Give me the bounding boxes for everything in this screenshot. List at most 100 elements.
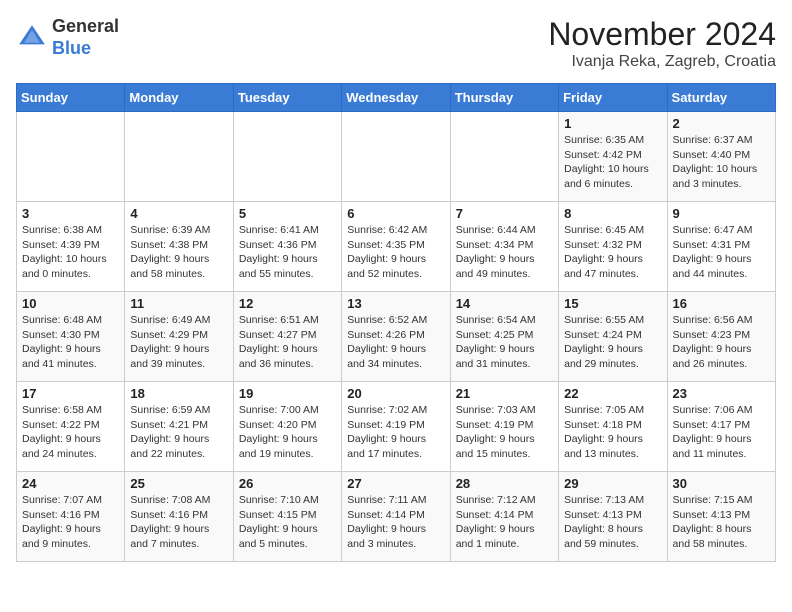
day-cell: 27 Sunrise: 7:11 AMSunset: 4:14 PMDayligh…	[342, 472, 450, 562]
day-number: 24	[22, 476, 119, 491]
day-info: Sunrise: 6:48 AMSunset: 4:30 PMDaylight:…	[22, 313, 119, 372]
day-cell: 25 Sunrise: 7:08 AMSunset: 4:16 PMDayligh…	[125, 472, 233, 562]
header-day-saturday: Saturday	[667, 84, 775, 112]
day-cell: 28Sunrise: 7:12 AMSunset: 4:14 PMDayligh…	[450, 472, 558, 562]
day-cell: 4 Sunrise: 6:39 AMSunset: 4:38 PMDaylight…	[125, 202, 233, 292]
day-number: 8	[564, 206, 661, 221]
logo-text: General Blue	[52, 16, 119, 59]
day-number: 14	[456, 296, 553, 311]
day-cell: 29 Sunrise: 7:13 AMSunset: 4:13 PMDayligh…	[559, 472, 667, 562]
header-row: SundayMondayTuesdayWednesdayThursdayFrid…	[17, 84, 776, 112]
day-info: Sunrise: 6:47 AMSunset: 4:31 PMDaylight:…	[673, 223, 770, 282]
day-info: Sunrise: 6:56 AMSunset: 4:23 PMDaylight:…	[673, 313, 770, 372]
day-cell: 22Sunrise: 7:05 AMSunset: 4:18 PMDayligh…	[559, 382, 667, 472]
day-cell: 15Sunrise: 6:55 AMSunset: 4:24 PMDayligh…	[559, 292, 667, 382]
day-info: Sunrise: 6:42 AMSunset: 4:35 PMDaylight:…	[347, 223, 444, 282]
header-day-thursday: Thursday	[450, 84, 558, 112]
day-number: 30	[673, 476, 770, 491]
day-number: 5	[239, 206, 336, 221]
day-info: Sunrise: 7:06 AMSunset: 4:17 PMDaylight:…	[673, 403, 770, 462]
logo-icon	[16, 22, 48, 54]
day-cell: 17 Sunrise: 6:58 AMSunset: 4:22 PMDayligh…	[17, 382, 125, 472]
day-number: 22	[564, 386, 661, 401]
day-number: 25	[130, 476, 227, 491]
day-cell: 30 Sunrise: 7:15 AMSunset: 4:13 PMDayligh…	[667, 472, 775, 562]
day-cell: 12 Sunrise: 6:51 AMSunset: 4:27 PMDayligh…	[233, 292, 341, 382]
day-cell: 5 Sunrise: 6:41 AMSunset: 4:36 PMDaylight…	[233, 202, 341, 292]
day-number: 10	[22, 296, 119, 311]
day-number: 7	[456, 206, 553, 221]
day-cell	[17, 112, 125, 202]
day-cell: 7 Sunrise: 6:44 AMSunset: 4:34 PMDaylight…	[450, 202, 558, 292]
day-number: 13	[347, 296, 444, 311]
day-info: Sunrise: 7:15 AMSunset: 4:13 PMDaylight:…	[673, 493, 770, 552]
day-cell: 23 Sunrise: 7:06 AMSunset: 4:17 PMDayligh…	[667, 382, 775, 472]
day-info: Sunrise: 7:13 AMSunset: 4:13 PMDaylight:…	[564, 493, 661, 552]
logo-general-text: General	[52, 16, 119, 38]
day-number: 4	[130, 206, 227, 221]
day-number: 27	[347, 476, 444, 491]
day-number: 12	[239, 296, 336, 311]
day-cell: 8 Sunrise: 6:45 AMSunset: 4:32 PMDaylight…	[559, 202, 667, 292]
day-info: Sunrise: 7:11 AMSunset: 4:14 PMDaylight:…	[347, 493, 444, 552]
header: General Blue November 2024 Ivanja Reka, …	[16, 16, 776, 71]
day-cell: 3Sunrise: 6:38 AMSunset: 4:39 PMDaylight…	[17, 202, 125, 292]
day-cell: 19 Sunrise: 7:00 AMSunset: 4:20 PMDayligh…	[233, 382, 341, 472]
header-day-sunday: Sunday	[17, 84, 125, 112]
day-cell: 20 Sunrise: 7:02 AMSunset: 4:19 PMDayligh…	[342, 382, 450, 472]
day-cell: 6 Sunrise: 6:42 AMSunset: 4:35 PMDaylight…	[342, 202, 450, 292]
day-number: 2	[673, 116, 770, 131]
day-cell: 14 Sunrise: 6:54 AMSunset: 4:25 PMDayligh…	[450, 292, 558, 382]
day-info: Sunrise: 6:45 AMSunset: 4:32 PMDaylight:…	[564, 223, 661, 282]
day-cell: 9 Sunrise: 6:47 AMSunset: 4:31 PMDaylight…	[667, 202, 775, 292]
day-number: 29	[564, 476, 661, 491]
day-number: 1	[564, 116, 661, 131]
header-day-tuesday: Tuesday	[233, 84, 341, 112]
day-number: 9	[673, 206, 770, 221]
day-cell: 11 Sunrise: 6:49 AMSunset: 4:29 PMDayligh…	[125, 292, 233, 382]
day-number: 6	[347, 206, 444, 221]
day-number: 26	[239, 476, 336, 491]
day-info: Sunrise: 7:07 AMSunset: 4:16 PMDaylight:…	[22, 493, 119, 552]
day-info: Sunrise: 7:08 AMSunset: 4:16 PMDaylight:…	[130, 493, 227, 552]
day-info: Sunrise: 6:37 AMSunset: 4:40 PMDaylight:…	[673, 133, 770, 192]
day-info: Sunrise: 6:58 AMSunset: 4:22 PMDaylight:…	[22, 403, 119, 462]
day-cell: 21 Sunrise: 7:03 AMSunset: 4:19 PMDayligh…	[450, 382, 558, 472]
calendar-body: 1 Sunrise: 6:35 AMSunset: 4:42 PMDaylight…	[17, 112, 776, 562]
day-cell	[233, 112, 341, 202]
title-area: November 2024 Ivanja Reka, Zagreb, Croat…	[548, 16, 776, 71]
day-cell	[125, 112, 233, 202]
logo-blue-text: Blue	[52, 38, 119, 60]
day-info: Sunrise: 7:00 AMSunset: 4:20 PMDaylight:…	[239, 403, 336, 462]
day-number: 17	[22, 386, 119, 401]
day-info: Sunrise: 6:44 AMSunset: 4:34 PMDaylight:…	[456, 223, 553, 282]
day-info: Sunrise: 7:02 AMSunset: 4:19 PMDaylight:…	[347, 403, 444, 462]
day-number: 20	[347, 386, 444, 401]
day-info: Sunrise: 6:51 AMSunset: 4:27 PMDaylight:…	[239, 313, 336, 372]
day-number: 11	[130, 296, 227, 311]
day-cell: 1 Sunrise: 6:35 AMSunset: 4:42 PMDaylight…	[559, 112, 667, 202]
day-info: Sunrise: 6:41 AMSunset: 4:36 PMDaylight:…	[239, 223, 336, 282]
day-info: Sunrise: 6:35 AMSunset: 4:42 PMDaylight:…	[564, 133, 661, 192]
day-info: Sunrise: 7:10 AMSunset: 4:15 PMDaylight:…	[239, 493, 336, 552]
day-number: 19	[239, 386, 336, 401]
day-cell: 2 Sunrise: 6:37 AMSunset: 4:40 PMDaylight…	[667, 112, 775, 202]
day-info: Sunrise: 7:03 AMSunset: 4:19 PMDaylight:…	[456, 403, 553, 462]
day-number: 16	[673, 296, 770, 311]
day-info: Sunrise: 6:49 AMSunset: 4:29 PMDaylight:…	[130, 313, 227, 372]
day-number: 21	[456, 386, 553, 401]
day-number: 23	[673, 386, 770, 401]
week-row-3: 10 Sunrise: 6:48 AMSunset: 4:30 PMDayligh…	[17, 292, 776, 382]
day-cell: 16 Sunrise: 6:56 AMSunset: 4:23 PMDayligh…	[667, 292, 775, 382]
day-cell	[450, 112, 558, 202]
day-info: Sunrise: 6:54 AMSunset: 4:25 PMDaylight:…	[456, 313, 553, 372]
day-number: 15	[564, 296, 661, 311]
day-info: Sunrise: 6:39 AMSunset: 4:38 PMDaylight:…	[130, 223, 227, 282]
header-day-friday: Friday	[559, 84, 667, 112]
week-row-5: 24 Sunrise: 7:07 AMSunset: 4:16 PMDayligh…	[17, 472, 776, 562]
week-row-1: 1 Sunrise: 6:35 AMSunset: 4:42 PMDaylight…	[17, 112, 776, 202]
header-day-wednesday: Wednesday	[342, 84, 450, 112]
day-number: 28	[456, 476, 553, 491]
day-info: Sunrise: 6:59 AMSunset: 4:21 PMDaylight:…	[130, 403, 227, 462]
day-number: 18	[130, 386, 227, 401]
